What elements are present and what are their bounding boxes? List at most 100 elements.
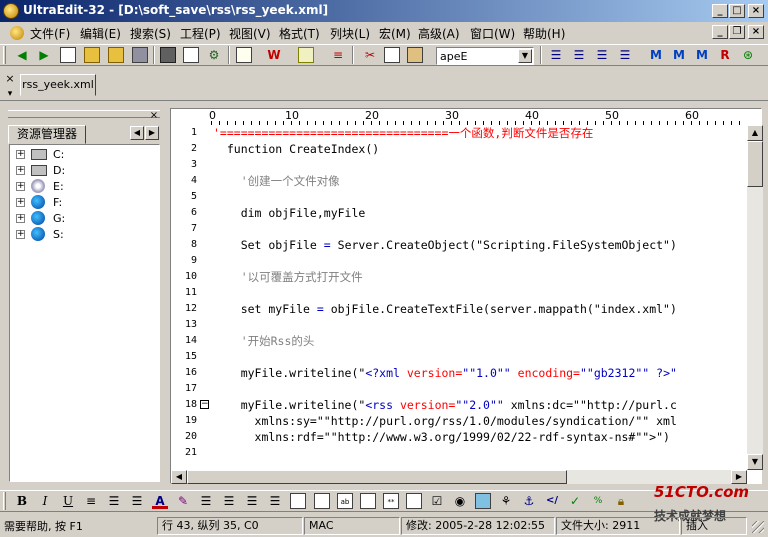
scroll-up-icon[interactable]: ▲	[747, 125, 763, 141]
doc-close-button[interactable]: ×	[748, 25, 764, 39]
expand-icon[interactable]: +	[16, 230, 25, 239]
explorer-grip[interactable]	[8, 110, 160, 118]
html-table-icon[interactable]: ⚘	[498, 493, 514, 509]
menu-format[interactable]: 格式(T)	[279, 25, 320, 42]
numbered-list-icon[interactable]: ☰	[129, 493, 145, 509]
menu-file[interactable]: 文件(F)	[30, 25, 70, 42]
copy-icon[interactable]	[384, 47, 400, 63]
new-file-icon[interactable]	[60, 47, 76, 63]
menu-help[interactable]: 帮助(H)	[523, 25, 565, 42]
fold-collapse-icon[interactable]: −	[200, 400, 209, 409]
vertical-scrollbar[interactable]: ▲ ▼	[747, 125, 763, 470]
explorer-tree[interactable]: + C: + D: + E: + F: + G: + S:	[9, 144, 160, 482]
pin-icon[interactable]: ▾	[3, 88, 17, 100]
menu-edit[interactable]: 编辑(E)	[80, 25, 121, 42]
cut-icon[interactable]: ✂	[362, 47, 378, 63]
horizontal-scroll-thumb[interactable]	[187, 470, 567, 484]
open-recent-icon[interactable]	[108, 47, 124, 63]
underline-icon[interactable]: U	[60, 493, 76, 509]
menu-column[interactable]: 列块(L)	[330, 25, 370, 42]
toolbar-grip[interactable]	[3, 46, 6, 64]
explorer-close-icon[interactable]: ×	[148, 110, 160, 122]
align-right-icon[interactable]: ☰	[594, 47, 610, 63]
indent-icon[interactable]: ≡	[330, 47, 346, 63]
maximize-button[interactable]: □	[729, 4, 745, 18]
tab-explorer[interactable]: 资源管理器	[8, 125, 86, 144]
vertical-scroll-thumb[interactable]	[747, 141, 763, 187]
find-prev-icon[interactable]: M	[694, 47, 710, 63]
html-page-icon[interactable]	[290, 493, 306, 509]
replace-icon[interactable]: R	[717, 47, 733, 63]
font-color-icon[interactable]: A	[152, 493, 168, 509]
expand-icon[interactable]: +	[16, 214, 25, 223]
expand-icon[interactable]: +	[16, 182, 25, 191]
menu-project[interactable]: 工程(P)	[180, 25, 221, 42]
find-next-icon[interactable]: M	[671, 47, 687, 63]
expand-icon[interactable]: +	[16, 198, 25, 207]
align-justify-icon[interactable]: ☰	[617, 47, 633, 63]
hex-edit-icon[interactable]	[298, 47, 314, 63]
bullet-list-icon[interactable]: ☰	[106, 493, 122, 509]
doc-icon[interactable]	[10, 26, 24, 40]
forward-icon[interactable]: ▶	[36, 47, 52, 63]
align-center-icon[interactable]: ☰	[571, 47, 587, 63]
app-icon[interactable]	[3, 3, 19, 19]
scroll-right-icon[interactable]: ▶	[731, 470, 747, 484]
word-wrap-icon[interactable]: W	[266, 47, 282, 63]
doc-restore-button[interactable]: ❐	[729, 25, 745, 39]
save-icon[interactable]	[132, 47, 148, 63]
italic-icon[interactable]: I	[37, 493, 53, 509]
html-button-icon[interactable]	[406, 493, 422, 509]
html-justify-icon[interactable]: ☰	[267, 493, 283, 509]
html-spell-icon[interactable]: ✓	[567, 493, 583, 509]
html-form-icon[interactable]	[314, 493, 330, 509]
html-checkbox-icon[interactable]: ☑	[429, 493, 445, 509]
menu-window[interactable]: 窗口(W)	[470, 25, 515, 42]
menu-search[interactable]: 搜索(S)	[130, 25, 171, 42]
expand-icon[interactable]: +	[16, 150, 25, 159]
html-radio-icon[interactable]: ◉	[452, 493, 468, 509]
html-password-icon[interactable]: **	[383, 493, 399, 509]
indent-list-icon[interactable]: ≡	[83, 493, 99, 509]
minimize-button[interactable]: _	[712, 4, 728, 18]
html-tag-icon[interactable]: </	[544, 493, 560, 509]
toolbar-grip[interactable]	[3, 492, 6, 510]
menu-view[interactable]: 视图(V)	[229, 25, 271, 42]
print-icon[interactable]	[160, 47, 176, 63]
chevron-down-icon[interactable]: ▼	[518, 49, 532, 63]
close-doc-icon[interactable]: ×	[3, 72, 17, 86]
tab-scroll-right-icon[interactable]: ▶	[145, 126, 159, 140]
scroll-left-icon[interactable]: ◀	[171, 470, 187, 484]
bold-icon[interactable]: B	[14, 493, 30, 509]
find-in-files-icon[interactable]: ⊛	[740, 47, 756, 63]
close-button[interactable]: ×	[748, 4, 764, 18]
html-anchor-icon[interactable]: ⚓	[521, 493, 537, 509]
resize-grip-icon[interactable]	[752, 521, 764, 533]
tab-scroll-left-icon[interactable]: ◀	[130, 126, 144, 140]
lock-icon[interactable]: 🔒︎	[613, 493, 629, 509]
html-percent-icon[interactable]: %	[590, 493, 606, 509]
page-setup-icon[interactable]: ⚙	[206, 47, 222, 63]
html-textarea-icon[interactable]	[360, 493, 376, 509]
html-align-left-icon[interactable]: ☰	[198, 493, 214, 509]
open-folder-icon[interactable]	[84, 47, 100, 63]
font-select[interactable]: apeE ▼	[436, 47, 534, 65]
align-left-icon[interactable]: ☰	[548, 47, 564, 63]
scroll-down-icon[interactable]: ▼	[747, 454, 763, 470]
highlight-icon[interactable]: ✎	[175, 493, 191, 509]
html-align-right-icon[interactable]: ☰	[244, 493, 260, 509]
paste-icon[interactable]	[407, 47, 423, 63]
code-area[interactable]: '=================================一个函数,判…	[211, 125, 747, 470]
find-icon[interactable]: M	[648, 47, 664, 63]
expand-icon[interactable]: +	[16, 166, 25, 175]
html-image-icon[interactable]	[475, 493, 491, 509]
horizontal-scrollbar[interactable]: ◀ ▶	[171, 470, 747, 484]
print-preview-icon[interactable]	[183, 47, 199, 63]
clipboard-icon[interactable]	[236, 47, 252, 63]
doc-minimize-button[interactable]: _	[712, 25, 728, 39]
menu-advanced[interactable]: 高级(A)	[418, 25, 460, 42]
back-icon[interactable]: ◀	[14, 47, 30, 63]
html-textfield-icon[interactable]: ab	[337, 493, 353, 509]
menu-macro[interactable]: 宏(M)	[379, 25, 411, 42]
tab-rss-yeek[interactable]: rss_yeek.xml	[20, 74, 96, 96]
